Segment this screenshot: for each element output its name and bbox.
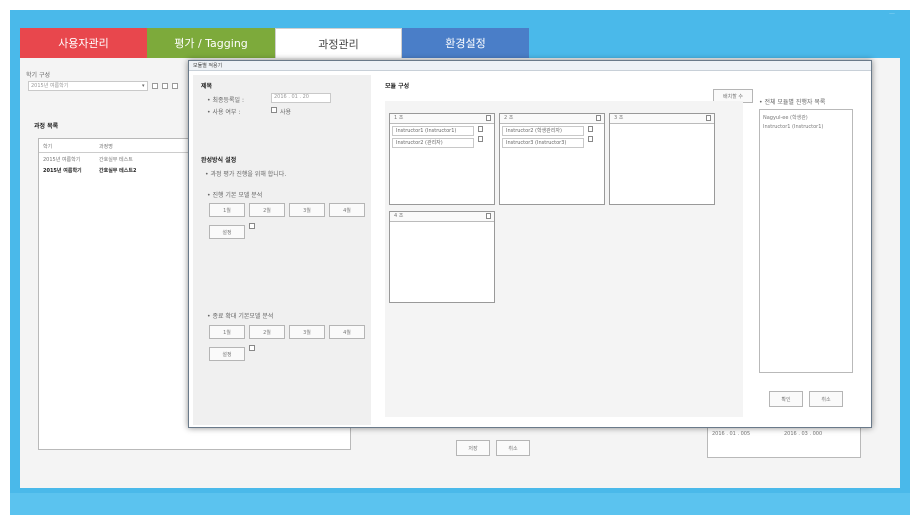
tab-evaluation-tagging[interactable]: 평가 / Tagging — [147, 28, 275, 58]
facilitator-list-title: • 전체 모듈별 진행자 목록 — [759, 99, 826, 106]
tab-user-management[interactable]: 사용자관리 — [20, 28, 147, 58]
course-list-title: 과정 목록 — [34, 123, 59, 130]
delete-icon[interactable] — [172, 83, 178, 89]
section-title-mode: 완성방식 설정 — [201, 157, 237, 164]
row-term: 2015년 여름학기 — [43, 167, 82, 174]
dialog-left-panel: 제목 • 최종등록일 : 2016 . 01 . 20 • 사용 여부 : 사용… — [193, 75, 371, 425]
trash-icon[interactable] — [596, 115, 601, 121]
section-title: 제목 — [201, 83, 213, 90]
start-date: 2016 . 01 . 005 — [712, 431, 751, 437]
use-checkbox[interactable] — [271, 107, 277, 113]
trash-icon[interactable] — [478, 126, 483, 132]
cancel-button[interactable]: 취소 — [496, 440, 530, 456]
chevron-down-icon[interactable]: ▾ — [142, 83, 145, 89]
month-button-5[interactable]: 1월 — [209, 325, 245, 339]
group-header: 3 조 — [610, 114, 714, 124]
month-button-4[interactable]: 4월 — [329, 203, 365, 217]
reg-date-label: • 최종등록일 : — [207, 97, 244, 104]
footer-bar — [10, 493, 910, 515]
row-course: 간호실무 테스트2 — [99, 167, 137, 174]
trash-icon[interactable] — [706, 115, 711, 121]
month-button-1[interactable]: 1월 — [209, 203, 245, 217]
setting-checkbox-2[interactable] — [249, 345, 255, 351]
module-area: 1 조 Instructor1 (Instructor1) Instructor… — [385, 101, 743, 417]
group-member[interactable]: Instructor3 (Instructor3) — [502, 138, 584, 148]
reg-date-field[interactable]: 2016 . 01 . 20 — [271, 93, 331, 103]
group-box-2: 2 조 Instructor2 (학생관리자) Instructor3 (Ins… — [499, 113, 605, 205]
ok-button[interactable]: 확인 — [769, 391, 803, 407]
trash-icon[interactable] — [486, 115, 491, 121]
list-item[interactable]: Nagyul-ee (학생관) — [763, 112, 808, 122]
trash-icon[interactable] — [588, 136, 593, 142]
list-item[interactable]: Instructor1 (Instructor1) — [763, 122, 823, 132]
module-config-title: 모듈 구성 — [385, 83, 410, 90]
add-icon[interactable] — [152, 83, 158, 89]
model-analysis-label: • 진행 기본 모델 분석 — [207, 192, 263, 199]
trash-icon[interactable] — [478, 136, 483, 142]
table-row-selected[interactable]: 2015년 여름학기 간호실무 테스트2 — [43, 165, 183, 175]
edit-icon[interactable] — [162, 83, 168, 89]
setting-button-2[interactable]: 설정 — [209, 347, 245, 361]
term-select[interactable]: 2015년 여름학기 — [28, 81, 148, 91]
end-model-label: • 종료 확대 기본모델 분석 — [207, 313, 274, 320]
dialog-title: 모듈별 적용기 — [189, 61, 871, 71]
facilitator-list: Nagyul-ee (학생관) Instructor1 (Instructor1… — [759, 109, 853, 373]
table-row[interactable]: 2015년 여름학기 간호실무 테스트 — [43, 154, 183, 164]
setting-checkbox[interactable] — [249, 223, 255, 229]
tab-settings[interactable]: 환경설정 — [402, 28, 529, 58]
month-button-2[interactable]: 2월 — [249, 203, 285, 217]
row-term: 2015년 여름학기 — [43, 156, 81, 163]
group-header: 2 조 — [500, 114, 604, 124]
trash-icon[interactable] — [588, 126, 593, 132]
group-box-4: 4 조 — [389, 211, 495, 303]
month-button-6[interactable]: 2월 — [249, 325, 285, 339]
trash-icon[interactable] — [486, 213, 491, 219]
use-label: • 사용 여부 : — [207, 109, 241, 116]
end-date: 2016 . 03 . 000 — [784, 431, 823, 437]
tab-course-management[interactable]: 과정관리 — [275, 28, 402, 58]
use-value: 사용 — [280, 109, 292, 116]
group-member[interactable]: Instructor2 (관리자) — [392, 138, 474, 148]
group-header: 4 조 — [390, 212, 494, 222]
month-button-7[interactable]: 3월 — [289, 325, 325, 339]
column-header-term[interactable]: 학기 — [43, 141, 103, 151]
setting-button[interactable]: 설정 — [209, 225, 245, 239]
group-box-1: 1 조 Instructor1 (Instructor1) Instructor… — [389, 113, 495, 205]
group-member[interactable]: Instructor1 (Instructor1) — [392, 126, 474, 136]
month-button-3[interactable]: 3월 — [289, 203, 325, 217]
group-member[interactable]: Instructor2 (학생관리자) — [502, 126, 584, 136]
mode-description: • 과정 평가 진행을 위해 합니다. — [205, 171, 287, 178]
dialog-cancel-button[interactable]: 취소 — [809, 391, 843, 407]
term-label: 학기 구성 — [26, 72, 50, 79]
save-button[interactable]: 저장 — [456, 440, 490, 456]
minimize-mark[interactable]: — — [889, 10, 895, 17]
column-header-course[interactable]: 과정명 — [99, 141, 179, 151]
group-box-3: 3 조 — [609, 113, 715, 205]
module-dialog: 모듈별 적용기 제목 • 최종등록일 : 2016 . 01 . 20 • 사용… — [188, 60, 872, 428]
month-button-8[interactable]: 4월 — [329, 325, 365, 339]
group-header: 1 조 — [390, 114, 494, 124]
row-course: 간호실무 테스트 — [99, 156, 133, 163]
